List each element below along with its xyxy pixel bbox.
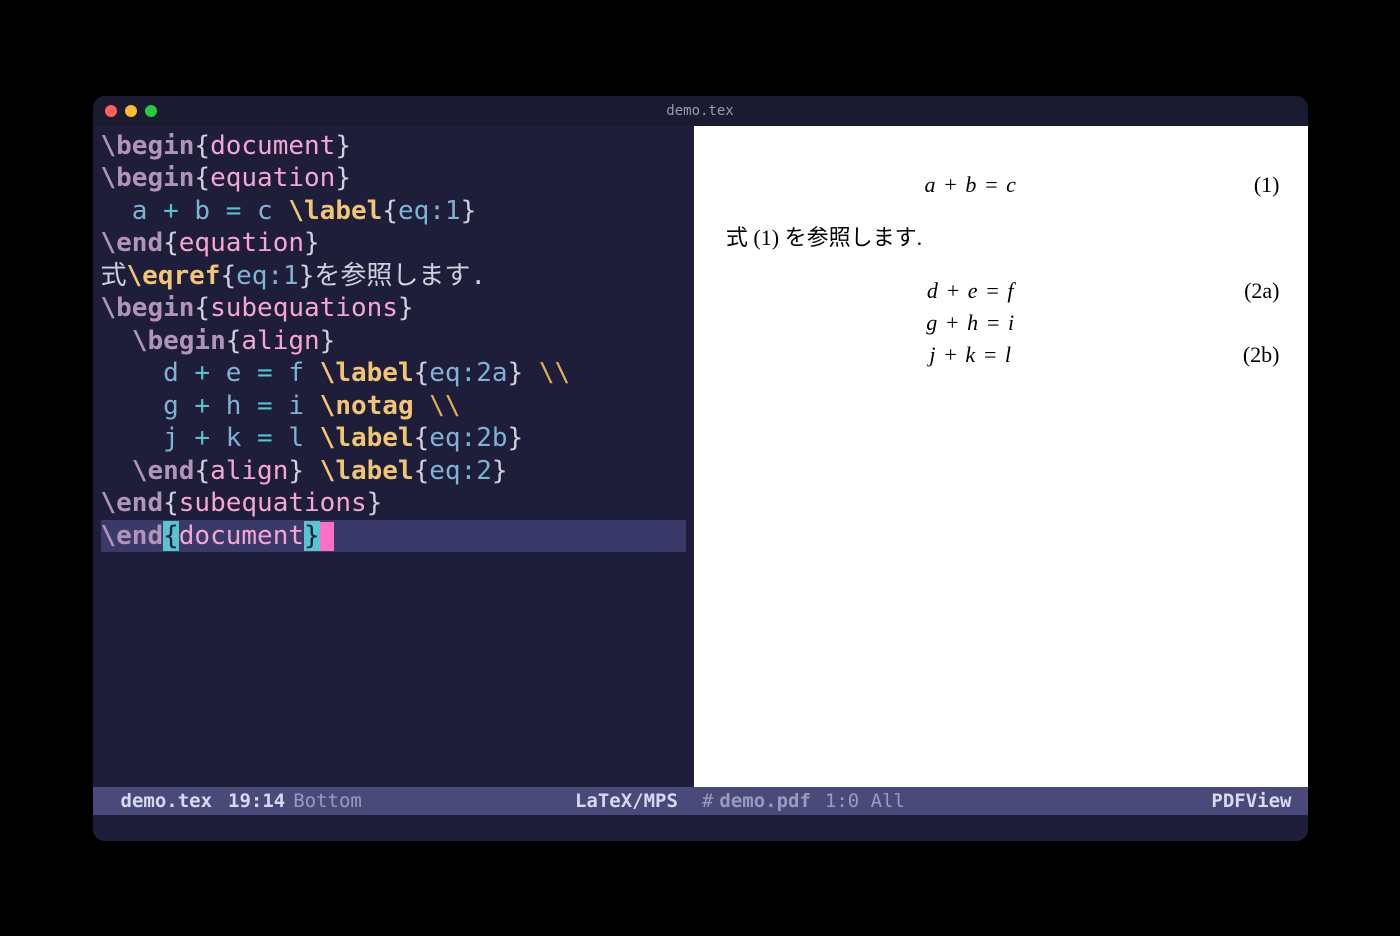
equation-body: g + h = i [722,310,1220,336]
equation-number: (2b) [1220,342,1280,368]
prose-text: 式 (1) を参照します. [726,220,1280,252]
window-title: demo.tex [666,103,733,119]
preview-pane: a + b = c (1) 式 (1) を参照します. d + e = f(2a… [694,126,1308,815]
equation-line: j + k = l(2b) [722,342,1280,368]
modeline-mode: PDFView [1211,790,1291,812]
latex-source-editor[interactable]: \begin{document}\begin{equation} a + b =… [93,126,694,787]
modeline-left: demo.tex 19:14 Bottom LaTeX/MPS [93,787,694,815]
minimize-icon[interactable] [125,105,137,117]
editor-pane: \begin{document}\begin{equation} a + b =… [93,126,694,815]
equation-1: a + b = c (1) [722,172,1280,198]
equation-number: (2a) [1220,278,1280,304]
window-titlebar: demo.tex [93,96,1308,126]
traffic-lights [105,105,157,117]
emacs-window: demo.tex \begin{document}\begin{equation… [93,96,1308,841]
pdf-preview[interactable]: a + b = c (1) 式 (1) を参照します. d + e = f(2a… [694,126,1308,787]
modeline-right: # demo.pdf 1:0 All PDFView [694,787,1308,815]
equation-body: a + b = c [722,172,1220,198]
zoom-icon[interactable] [145,105,157,117]
equation-line: d + e = f(2a) [722,278,1280,304]
close-icon[interactable] [105,105,117,117]
modeline-pos: 19:14 [228,790,285,812]
subequations: d + e = f(2a)g + h = ij + k = l(2b) [722,278,1280,368]
equation-body: j + k = l [722,342,1220,368]
modeline-pos: 1:0 All [825,790,905,812]
modeline-prefix: # [702,790,713,812]
equation-number: (1) [1220,172,1280,198]
modeline-file: demo.pdf [719,790,811,812]
minibuffer[interactable] [93,815,1308,841]
equation-line: g + h = i [722,310,1280,336]
modeline-where: Bottom [293,790,362,812]
equation-body: d + e = f [722,278,1220,304]
split-content: \begin{document}\begin{equation} a + b =… [93,126,1308,815]
modeline-file: demo.tex [121,790,213,812]
modeline-mode: LaTeX/MPS [575,790,678,812]
